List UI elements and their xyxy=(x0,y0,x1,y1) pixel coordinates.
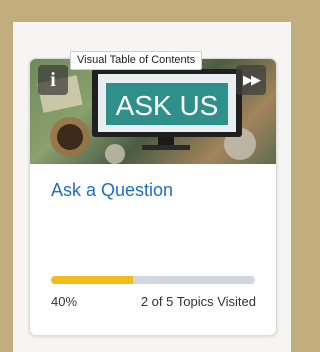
card-banner-image[interactable]: ASK US i ▶▶ xyxy=(30,59,276,164)
topic-title-link[interactable]: Ask a Question xyxy=(51,180,173,201)
progress-bar-fill xyxy=(51,276,133,284)
fast-forward-icon: ▶▶ xyxy=(243,72,261,87)
progress-bar xyxy=(51,276,255,284)
topic-card[interactable]: ASK US i ▶▶ Ask a Question 40% 2 of 5 To… xyxy=(29,58,277,336)
info-button[interactable]: i xyxy=(38,65,68,95)
next-topic-button[interactable]: ▶▶ xyxy=(236,65,266,95)
ask-us-image-text: ASK US xyxy=(116,90,219,121)
topics-visited-count: 2 of 5 Topics Visited xyxy=(140,294,256,309)
info-icon: i xyxy=(50,68,56,91)
progress-percent: 40% xyxy=(51,294,78,309)
visual-toc-tooltip: Visual Table of Contents xyxy=(70,51,203,70)
